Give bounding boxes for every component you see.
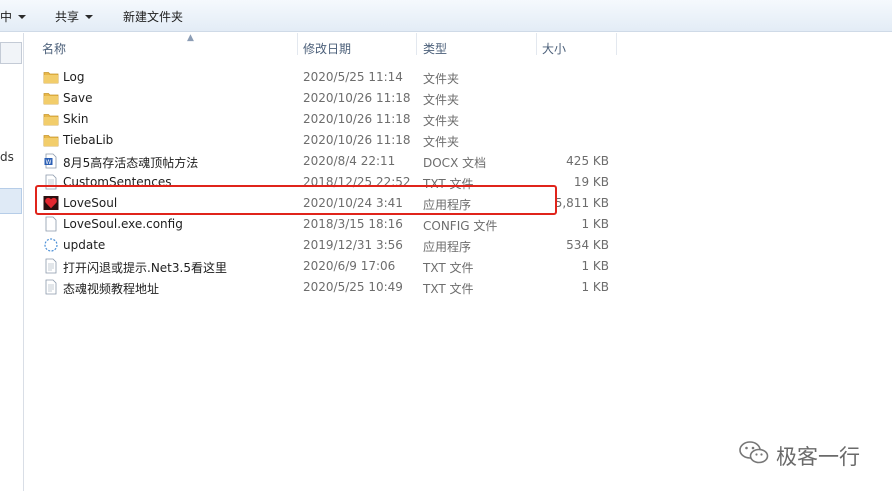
file-modified-date: 2020/5/25 10:49 [303, 280, 403, 294]
file-row-net3-5[interactable]: 打开闪退或提示.Net3.5看这里 2020/6/9 17:06 TXT 文件 1 K… [25, 255, 645, 276]
column-header-size[interactable]: 大小 [542, 40, 566, 57]
file-size: 1 KB [581, 280, 609, 294]
folder-icon [43, 69, 59, 85]
file-type: 文件夹 [423, 93, 460, 107]
file-name: 打开闪退或提示.Net3.5看这里 [63, 261, 227, 275]
nav-scroll-fragment[interactable] [0, 42, 22, 64]
word-doc-icon: W [43, 153, 59, 169]
file-type: 文件夹 [423, 135, 460, 149]
column-divider[interactable] [616, 33, 617, 55]
file-row-lovesoul-exe-config[interactable]: LoveSoul.exe.config 2018/3/15 18:16 CONFIG… [25, 213, 645, 234]
navigation-pane: ds [0, 33, 24, 491]
file-type: 应用程序 [423, 240, 472, 254]
column-divider[interactable] [536, 33, 537, 55]
toolbar-partial-menu[interactable]: 中 [0, 8, 27, 25]
file-type: TXT 文件 [423, 282, 474, 296]
text-file-icon [43, 258, 59, 274]
column-divider[interactable] [416, 33, 417, 55]
column-header: ▲ 名称 修改日期 类型 大小 [25, 33, 892, 59]
folder-icon [43, 90, 59, 106]
column-divider[interactable] [297, 33, 298, 55]
file-name: 态魂视频教程地址 [63, 282, 160, 296]
highlight-annotation-box [35, 185, 557, 215]
file-row-8-5[interactable]: W 8月5高存活态魂顶帖方法 2020/8/4 22:11 DOCX 文档 425 KB [25, 150, 645, 171]
file-row-save[interactable]: Save 2020/10/26 11:18 文件夹 [25, 87, 645, 108]
file-modified-date: 2020/10/26 11:18 [303, 133, 411, 147]
file-modified-date: 2020/10/26 11:18 [303, 112, 411, 126]
file-modified-date: 2018/3/15 18:16 [303, 217, 403, 231]
column-header-modified[interactable]: 修改日期 [303, 40, 351, 57]
column-header-type[interactable]: 类型 [423, 40, 447, 57]
file-size: 1 KB [581, 259, 609, 273]
file-type: 文件夹 [423, 72, 460, 86]
file-name: LoveSoul.exe.config [63, 217, 183, 231]
folder-icon [43, 111, 59, 127]
file-row-log[interactable]: Log 2020/5/25 11:14 文件夹 [25, 66, 645, 87]
file-row-10[interactable]: 态魂视频教程地址 2020/5/25 10:49 TXT 文件 1 KB [25, 276, 645, 297]
file-size: 425 KB [566, 154, 609, 168]
file-name: Skin [63, 112, 89, 126]
share-menu-button[interactable]: 共享 [55, 8, 94, 25]
file-size: 534 KB [566, 238, 609, 252]
file-row-tiebalib[interactable]: TiebaLib 2020/10/26 11:18 文件夹 [25, 129, 645, 150]
file-type: TXT 文件 [423, 261, 474, 275]
share-label: 共享 [55, 10, 80, 24]
chevron-down-icon [85, 15, 94, 19]
text-file-icon [43, 279, 59, 295]
file-modified-date: 2020/8/4 22:11 [303, 154, 396, 168]
file-name: update [63, 238, 106, 252]
watermark-text: 极客一行 [776, 445, 860, 469]
file-row-update[interactable]: update 2019/12/31 3:56 应用程序 534 KB [25, 234, 645, 255]
file-modified-date: 2020/5/25 11:14 [303, 70, 403, 84]
folder-icon [43, 132, 59, 148]
column-header-name[interactable]: 名称 [42, 40, 66, 57]
chevron-down-icon [18, 15, 27, 19]
nav-item-partial[interactable]: ds [0, 150, 14, 164]
file-name: Log [63, 70, 85, 84]
command-toolbar: 中 共享 新建文件夹 [0, 0, 892, 32]
file-modified-date: 2020/6/9 17:06 [303, 259, 396, 273]
file-name: 8月5高存活态魂顶帖方法 [63, 156, 199, 170]
new-folder-label: 新建文件夹 [123, 10, 184, 24]
update-app-icon [43, 237, 59, 253]
sort-ascending-icon: ▲ [187, 33, 194, 43]
file-name: TiebaLib [63, 133, 114, 147]
watermark: 极客一行 [738, 437, 878, 469]
file-modified-date: 2019/12/31 3:56 [303, 238, 403, 252]
file-row-skin[interactable]: Skin 2020/10/26 11:18 文件夹 [25, 108, 645, 129]
toolbar-partial-label: 中 [0, 10, 13, 24]
config-file-icon [43, 216, 59, 232]
file-type: CONFIG 文件 [423, 219, 498, 233]
svg-text:W: W [46, 159, 52, 166]
file-modified-date: 2020/10/26 11:18 [303, 91, 411, 105]
file-type: DOCX 文档 [423, 156, 487, 170]
file-name: Save [63, 91, 93, 105]
nav-item-selected[interactable] [0, 188, 22, 214]
file-size: 1 KB [581, 217, 609, 231]
new-folder-button[interactable]: 新建文件夹 [123, 8, 183, 25]
wechat-icon [739, 441, 769, 464]
file-type: 文件夹 [423, 114, 460, 128]
